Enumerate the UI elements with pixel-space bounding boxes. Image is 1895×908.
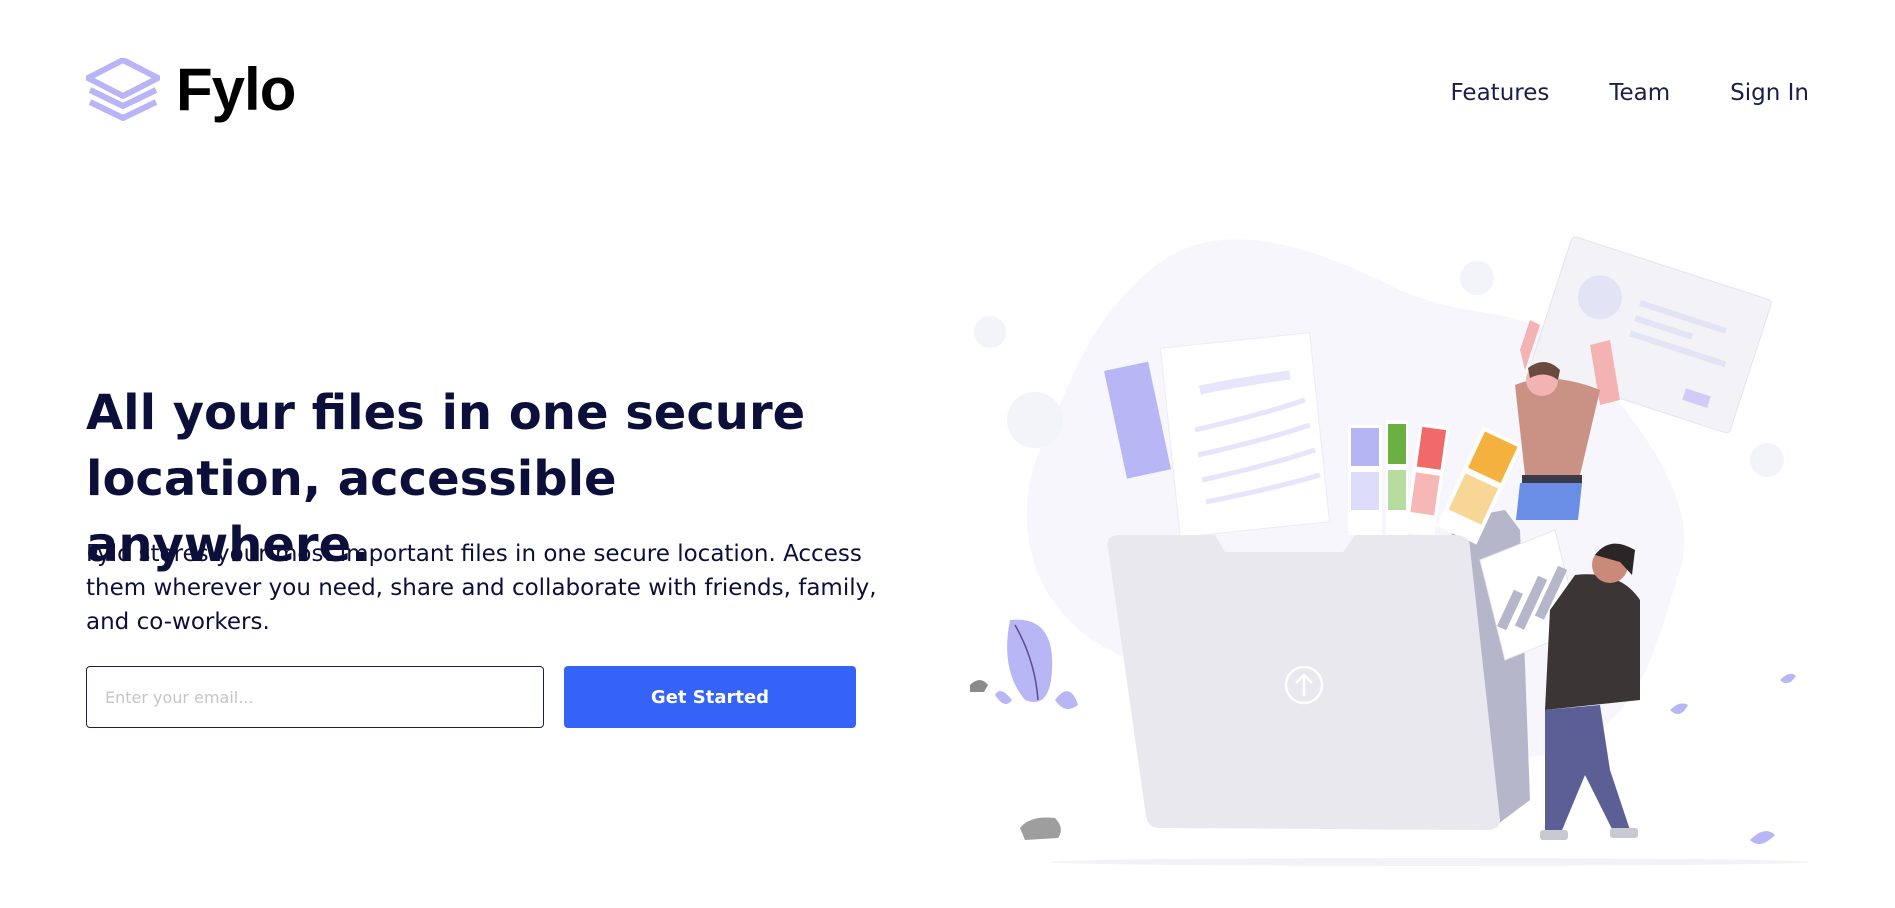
leaf: [1670, 703, 1688, 714]
rock: [1020, 817, 1061, 840]
leaf: [1750, 831, 1775, 844]
site-header: Fylo Features Team Sign In: [0, 0, 1895, 170]
decor-circle: [1460, 261, 1494, 295]
main-nav: Features Team Sign In: [1450, 80, 1809, 106]
decor-circle: [974, 316, 1006, 348]
plant-left: [995, 619, 1078, 709]
decor-circle: [1007, 392, 1063, 448]
signup-form: Get Started: [86, 666, 856, 728]
nav-link-sign-in[interactable]: Sign In: [1730, 80, 1809, 106]
nav-link-features[interactable]: Features: [1450, 80, 1549, 106]
nav-link-team[interactable]: Team: [1609, 80, 1670, 106]
stacked-layers-icon: [86, 58, 160, 121]
decor-circle: [1750, 443, 1784, 477]
logo-text: Fylo: [176, 56, 296, 123]
hero-illustration: [970, 236, 1810, 866]
hero-description: Fylo stores your most important files in…: [86, 541, 877, 635]
email-input[interactable]: [86, 666, 544, 728]
logo[interactable]: Fylo: [86, 56, 296, 123]
get-started-button[interactable]: Get Started: [564, 666, 856, 728]
leaf: [1780, 673, 1796, 684]
small-rock: [970, 680, 988, 692]
ground-shadow: [1050, 858, 1810, 866]
